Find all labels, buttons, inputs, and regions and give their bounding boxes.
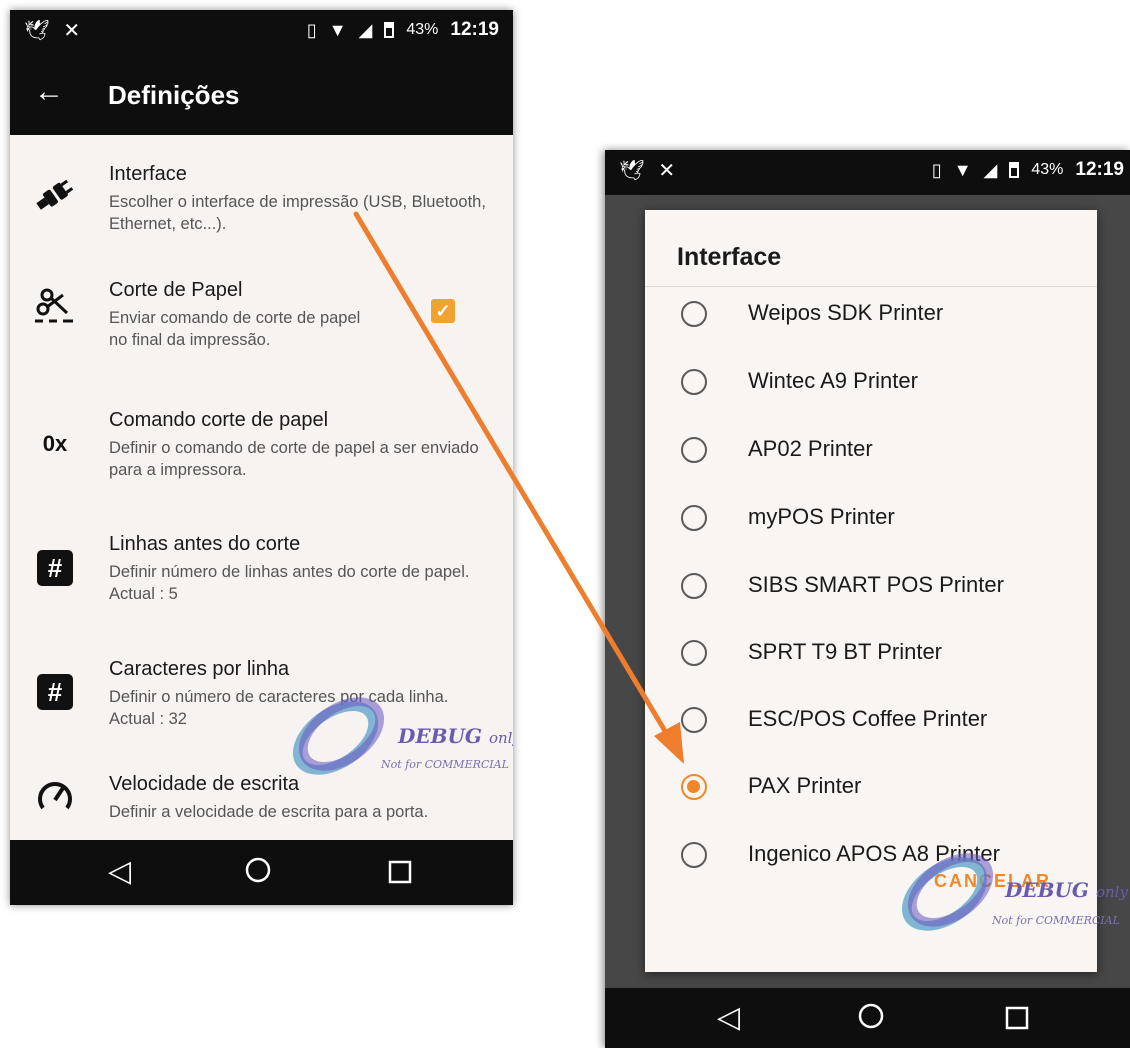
annotation-arrow xyxy=(353,211,684,764)
